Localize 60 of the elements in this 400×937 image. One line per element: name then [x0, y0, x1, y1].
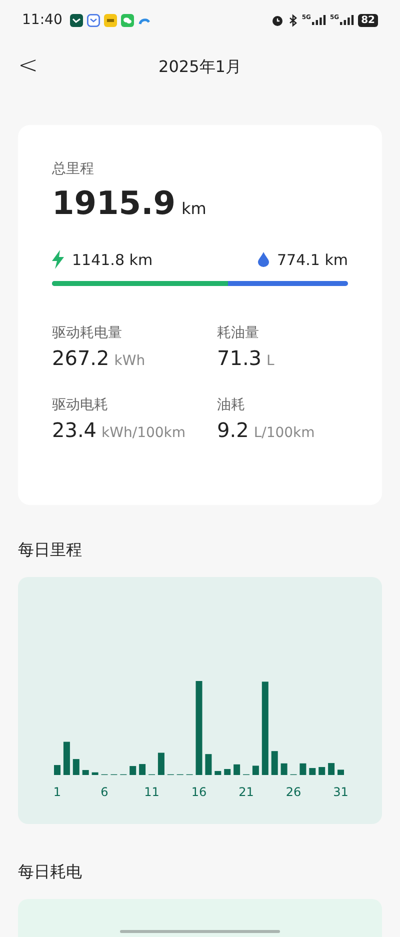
electric-mileage: 1141.8 km	[72, 250, 153, 268]
stat-unit: L	[266, 353, 274, 369]
axis-label: 31	[333, 785, 348, 799]
axis-label: 26	[286, 785, 302, 799]
chart-bar	[328, 763, 335, 775]
drop-icon	[258, 252, 269, 267]
chart-bar	[130, 766, 136, 775]
stat-unit: L/100km	[254, 425, 315, 441]
back-button[interactable]: <	[0, 51, 38, 83]
section-title: 每日耗电	[18, 862, 83, 883]
chart-bar	[252, 766, 259, 775]
total-mileage-value: 1915.9	[52, 184, 176, 222]
chart-bar	[271, 751, 278, 775]
mail-icon	[87, 14, 100, 26]
chart-bar	[72, 759, 80, 775]
signal-icon	[312, 15, 326, 25]
stat-value: 23.4	[52, 418, 97, 442]
chart-bar	[92, 772, 98, 775]
fuel-mileage: 774.1 km	[276, 250, 348, 268]
bluetooth-icon	[288, 14, 298, 26]
chart-bar	[139, 764, 146, 775]
section-title: 每日里程	[18, 540, 83, 561]
unit-label: km	[181, 199, 206, 218]
stat-label: 油耗	[217, 396, 246, 414]
app-icon	[104, 14, 118, 26]
stat-label: 驱动耗电量	[52, 324, 123, 342]
chart-bar	[63, 742, 70, 775]
alarm-icon	[270, 14, 284, 26]
total-mileage-label: 总里程	[52, 160, 95, 178]
chart-bar	[214, 771, 222, 775]
stat-value: 71.3	[217, 346, 262, 370]
page-title: 2025年1月	[158, 56, 242, 78]
chart-bar	[158, 752, 164, 775]
axis-label: 11	[144, 785, 160, 799]
stat-label: 驱动电耗	[52, 396, 109, 414]
app-icon	[70, 14, 84, 26]
battery-indicator: 82	[358, 14, 378, 26]
chart-bar	[205, 754, 212, 775]
stat-unit: kWh/100km	[102, 425, 186, 441]
chart-bar	[224, 769, 231, 775]
signal-icon	[340, 15, 354, 25]
chart-bar	[300, 763, 306, 775]
axis-label: 16	[191, 785, 207, 799]
chat-icon	[121, 14, 134, 26]
stat-value: 267.2	[52, 346, 110, 370]
stat-unit: kWh	[114, 353, 146, 369]
stat-label: 耗油量	[217, 324, 260, 342]
axis-label: 1	[53, 785, 62, 799]
lightning-icon	[52, 250, 64, 269]
stat-value: 9.2	[217, 418, 249, 442]
chart-bar	[338, 770, 344, 775]
axis-label: 6	[100, 785, 108, 799]
chart-bar	[82, 770, 89, 775]
chart-bar	[280, 763, 288, 775]
status-time: 11:40	[22, 12, 62, 28]
chart-bar	[234, 764, 240, 775]
axis-label: 21	[238, 785, 254, 799]
chart-bar	[318, 767, 326, 775]
chart-bar	[309, 768, 316, 775]
chart-bar	[54, 765, 60, 775]
